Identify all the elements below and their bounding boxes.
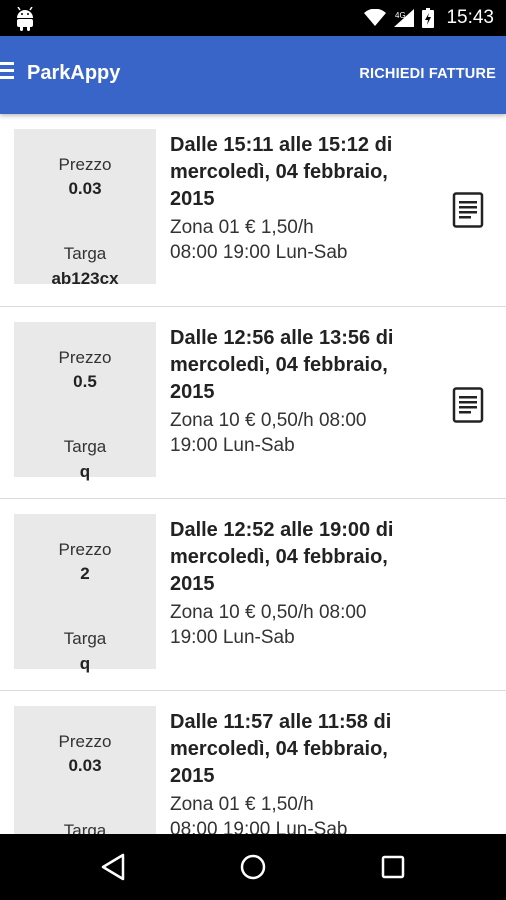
zone-info: Zona 10 € 0,50/h 08:00 19:00 Lun-Sab xyxy=(170,408,430,458)
plate-label: Targa xyxy=(63,821,107,834)
time-range-line: Dalle 11:57 alle 11:58 di xyxy=(170,711,392,733)
parking-info: Dalle 11:57 alle 11:58 di mercoledì, 04 … xyxy=(170,709,430,834)
plate-label: Targa xyxy=(63,629,107,648)
invoice-document-icon[interactable] xyxy=(452,192,484,228)
price-label: Prezzo xyxy=(58,540,112,559)
time-range: Dalle 12:52 alle 19:00 di mercoledì, 04 … xyxy=(170,517,430,598)
time-range-line: mercoledì, 04 febbraio, xyxy=(170,354,388,376)
time-range-line: 2015 xyxy=(170,188,215,210)
parking-info: Dalle 12:56 alle 13:56 di mercoledì, 04 … xyxy=(170,325,430,458)
app-title: ParkAppy xyxy=(27,62,121,84)
parking-list[interactable]: Prezzo 0.03 Targa ab123cx Dalle 15:11 al… xyxy=(0,114,506,834)
time-range-line: 2015 xyxy=(170,381,215,403)
price-box: Prezzo 0.5 Targa q xyxy=(14,322,156,481)
price-box: Prezzo 2 Targa q xyxy=(14,514,156,673)
price-label: Prezzo xyxy=(58,732,112,751)
time-range-line: 2015 xyxy=(170,765,215,787)
price-value: 0.5 xyxy=(73,372,97,391)
plate-value: q xyxy=(79,462,91,481)
signal-icon: 4G xyxy=(394,9,415,27)
app-bar: ParkAppy RICHIEDI FATTURE xyxy=(0,36,506,114)
time-range-line: mercoledì, 04 febbraio, xyxy=(170,161,388,183)
invoice-document-icon[interactable] xyxy=(452,387,484,423)
battery-icon xyxy=(422,8,435,28)
zone-line: 08:00 19:00 Lun-Sab xyxy=(170,242,348,263)
zone-line: Zona 10 € 0,50/h 08:00 xyxy=(170,410,367,431)
home-icon[interactable] xyxy=(238,852,268,882)
price-label: Prezzo xyxy=(58,348,112,367)
time-range-line: Dalle 15:11 alle 15:12 di xyxy=(170,134,393,156)
zone-info: Zona 10 € 0,50/h 08:00 19:00 Lun-Sab xyxy=(170,600,430,650)
plate-value: ab123cx xyxy=(51,269,119,288)
zone-info: Zona 01 € 1,50/h 08:00 19:00 Lun-Sab xyxy=(170,215,430,265)
parking-row[interactable]: Prezzo 2 Targa q Dalle 12:52 alle 19:00 … xyxy=(0,499,506,691)
svg-text:4G: 4G xyxy=(395,11,406,20)
status-clock: 15:43 xyxy=(446,7,494,28)
price-value: 0.03 xyxy=(68,756,102,775)
price-value: 2 xyxy=(80,564,90,583)
time-range-line: Dalle 12:56 alle 13:56 di xyxy=(170,327,394,349)
time-range: Dalle 11:57 alle 11:58 di mercoledì, 04 … xyxy=(170,709,430,790)
time-range-line: Dalle 12:52 alle 19:00 di xyxy=(170,519,394,541)
parking-row[interactable]: Prezzo 0.5 Targa q Dalle 12:56 alle 13:5… xyxy=(0,307,506,499)
time-range: Dalle 12:56 alle 13:56 di mercoledì, 04 … xyxy=(170,325,430,406)
parking-row[interactable]: Prezzo 0.03 Targa Dalle 11:57 alle 11:58… xyxy=(0,691,506,834)
back-icon[interactable] xyxy=(99,852,129,882)
plate-label: Targa xyxy=(63,244,107,263)
zone-line: Zona 01 € 1,50/h xyxy=(170,217,314,238)
navigation-bar xyxy=(0,834,506,900)
android-icon xyxy=(17,7,33,31)
zone-line: Zona 01 € 1,50/h xyxy=(170,794,314,815)
menu-icon[interactable] xyxy=(0,58,16,88)
price-label: Prezzo xyxy=(58,155,112,174)
zone-line: Zona 10 € 0,50/h 08:00 xyxy=(170,602,367,623)
zone-line: 08:00 19:00 Lun-Sab xyxy=(170,819,348,834)
parking-row[interactable]: Prezzo 0.03 Targa ab123cx Dalle 15:11 al… xyxy=(0,114,506,307)
request-invoices-button[interactable]: RICHIEDI FATTURE xyxy=(359,66,496,82)
time-range-line: mercoledì, 04 febbraio, xyxy=(170,546,388,568)
plate-value: q xyxy=(79,654,91,673)
zone-line: 19:00 Lun-Sab xyxy=(170,627,295,648)
recents-icon[interactable] xyxy=(378,852,408,882)
time-range: Dalle 15:11 alle 15:12 di mercoledì, 04 … xyxy=(170,132,430,213)
price-value: 0.03 xyxy=(68,179,102,198)
price-box: Prezzo 0.03 Targa ab123cx xyxy=(14,129,156,288)
status-bar: 4G 15:43 xyxy=(0,0,506,36)
time-range-line: 2015 xyxy=(170,573,215,595)
wifi-icon xyxy=(364,9,387,26)
parking-info: Dalle 15:11 alle 15:12 di mercoledì, 04 … xyxy=(170,132,430,265)
time-range-line: mercoledì, 04 febbraio, xyxy=(170,738,388,760)
plate-label: Targa xyxy=(63,437,107,456)
zone-line: 19:00 Lun-Sab xyxy=(170,435,295,456)
zone-info: Zona 01 € 1,50/h 08:00 19:00 Lun-Sab xyxy=(170,792,430,834)
parking-info: Dalle 12:52 alle 19:00 di mercoledì, 04 … xyxy=(170,517,430,650)
price-box: Prezzo 0.03 Targa xyxy=(14,706,156,834)
